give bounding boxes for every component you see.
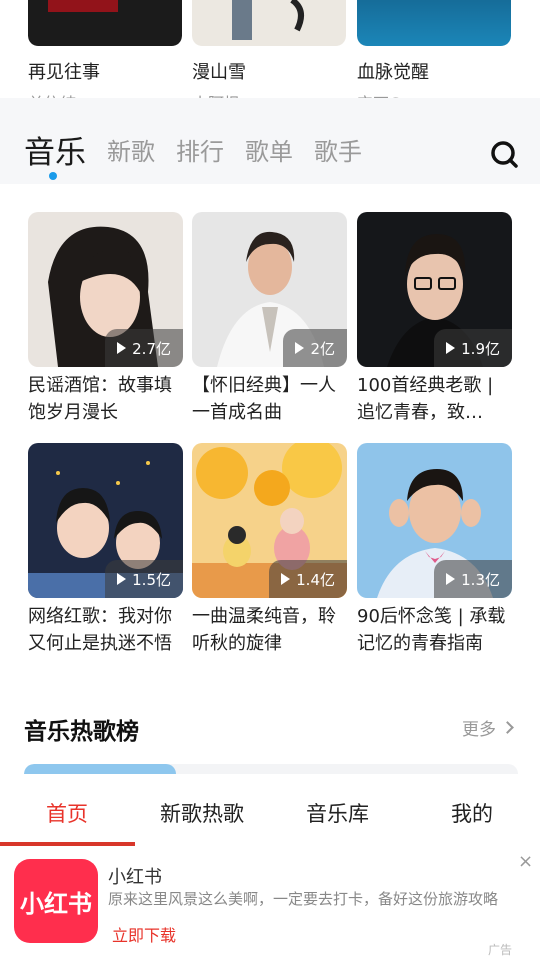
- top-card-title: 血脉觉醒: [357, 62, 429, 83]
- nav-home[interactable]: 首页: [46, 798, 88, 828]
- category-tab-bar: 音乐 新歌 排行 歌单 歌手: [0, 98, 540, 184]
- tab-charts[interactable]: 排行: [176, 132, 224, 167]
- album-cover: [192, 0, 346, 46]
- nav-new-hot-songs[interactable]: 新歌热歌: [160, 798, 244, 828]
- play-count: 1.5亿: [132, 570, 171, 589]
- playlist-card[interactable]: 1.3亿 90后怀念笺 | 承载记忆的青春指南: [357, 443, 512, 657]
- top-playlist-strip: 再见往事 单依纯 漫山雪 小阿枫 血脉觉醒 宝石Gem: [0, 0, 540, 100]
- close-icon[interactable]: ×: [518, 851, 533, 872]
- app-logo: 小红书: [14, 859, 98, 943]
- ad-description: 原来这里风景这么美啊，一定要去打卡，备好这份旅游攻略: [108, 890, 499, 908]
- play-count-badge: 1.9亿: [434, 329, 512, 367]
- play-count-badge: 2亿: [283, 329, 347, 367]
- active-tab-indicator: [49, 172, 57, 180]
- playlist-card[interactable]: 1.4亿 一曲温柔纯音，聆听秋的旋律: [192, 443, 347, 657]
- playlist-cover: 1.9亿: [357, 212, 512, 367]
- nav-mine[interactable]: 我的: [451, 798, 493, 828]
- playlist-title: 一曲温柔纯音，聆听秋的旋律: [192, 606, 336, 654]
- search-icon[interactable]: [490, 140, 518, 168]
- playlist-title: 【怀旧经典】一人一首成名曲: [192, 375, 336, 423]
- playlist-title: 网络红歌：我对你又何止是执迷不悟: [28, 606, 172, 654]
- play-count: 1.3亿: [461, 570, 500, 589]
- tab-new-songs[interactable]: 新歌: [107, 132, 155, 167]
- tab-singers[interactable]: 歌手: [314, 132, 362, 167]
- top-card[interactable]: 漫山雪 小阿枫: [192, 0, 346, 100]
- more-label: 更多: [462, 720, 496, 740]
- playlist-title: 90后怀念笺 | 承载记忆的青春指南: [357, 606, 506, 654]
- tab-playlists[interactable]: 歌单: [245, 132, 293, 167]
- play-count-badge: 2.7亿: [105, 329, 183, 367]
- nav-music-library[interactable]: 音乐库: [306, 798, 369, 828]
- playlist-cover: 1.3亿: [357, 443, 512, 598]
- playlist-cover: 1.4亿: [192, 443, 347, 598]
- playlist-card[interactable]: 2.7亿 民谣酒馆：故事填饱岁月漫长: [28, 212, 183, 426]
- playlist-card[interactable]: 2亿 【怀旧经典】一人一首成名曲: [192, 212, 347, 426]
- bottom-nav: 首页 新歌热歌 音乐库 我的: [0, 774, 540, 848]
- playlist-title: 100首经典老歌 | 追忆青春，致8090...: [357, 375, 494, 423]
- more-link[interactable]: 更多: [462, 715, 514, 740]
- play-icon: [446, 342, 456, 354]
- playlist-card[interactable]: 1.9亿 100首经典老歌 | 追忆青春，致8090...: [357, 212, 512, 426]
- play-count: 2亿: [310, 339, 335, 358]
- active-nav-indicator: [0, 842, 135, 846]
- album-cover: [28, 0, 182, 46]
- play-icon: [117, 342, 127, 354]
- play-count-badge: 1.4亿: [269, 560, 347, 598]
- ad-app-name: 小红书: [108, 867, 162, 888]
- playlist-card[interactable]: 1.5亿 网络红歌：我对你又何止是执迷不悟: [28, 443, 183, 657]
- logo-text: 小红书: [20, 889, 92, 918]
- section-title: 音乐热歌榜: [24, 719, 139, 745]
- playlist-cover: 1.5亿: [28, 443, 183, 598]
- play-icon: [281, 573, 291, 585]
- top-card[interactable]: 血脉觉醒 宝石Gem: [357, 0, 511, 100]
- playlist-title: 民谣酒馆：故事填饱岁月漫长: [28, 375, 172, 423]
- play-icon: [117, 573, 127, 585]
- download-button[interactable]: 立即下载: [112, 922, 176, 946]
- play-count-badge: 1.5亿: [105, 560, 183, 598]
- top-card-title: 漫山雪: [192, 62, 246, 83]
- playlist-cover: 2.7亿: [28, 212, 183, 367]
- play-icon: [295, 342, 305, 354]
- play-count-badge: 1.3亿: [434, 560, 512, 598]
- play-count: 2.7亿: [132, 339, 171, 358]
- top-card-title: 再见往事: [28, 62, 100, 83]
- play-icon: [446, 573, 456, 585]
- ad-label: 广告: [488, 943, 513, 957]
- play-count: 1.4亿: [296, 570, 335, 589]
- chevron-right-icon: [501, 721, 514, 734]
- play-count: 1.9亿: [461, 339, 500, 358]
- playlist-cover: 2亿: [192, 212, 347, 367]
- top-card[interactable]: 再见往事 单依纯: [28, 0, 182, 100]
- ad-banner[interactable]: 小红书 小红书 原来这里风景这么美啊，一定要去打卡，备好这份旅游攻略 立即下载 …: [0, 848, 540, 960]
- album-cover: [357, 0, 511, 46]
- tab-music[interactable]: 音乐: [24, 127, 86, 172]
